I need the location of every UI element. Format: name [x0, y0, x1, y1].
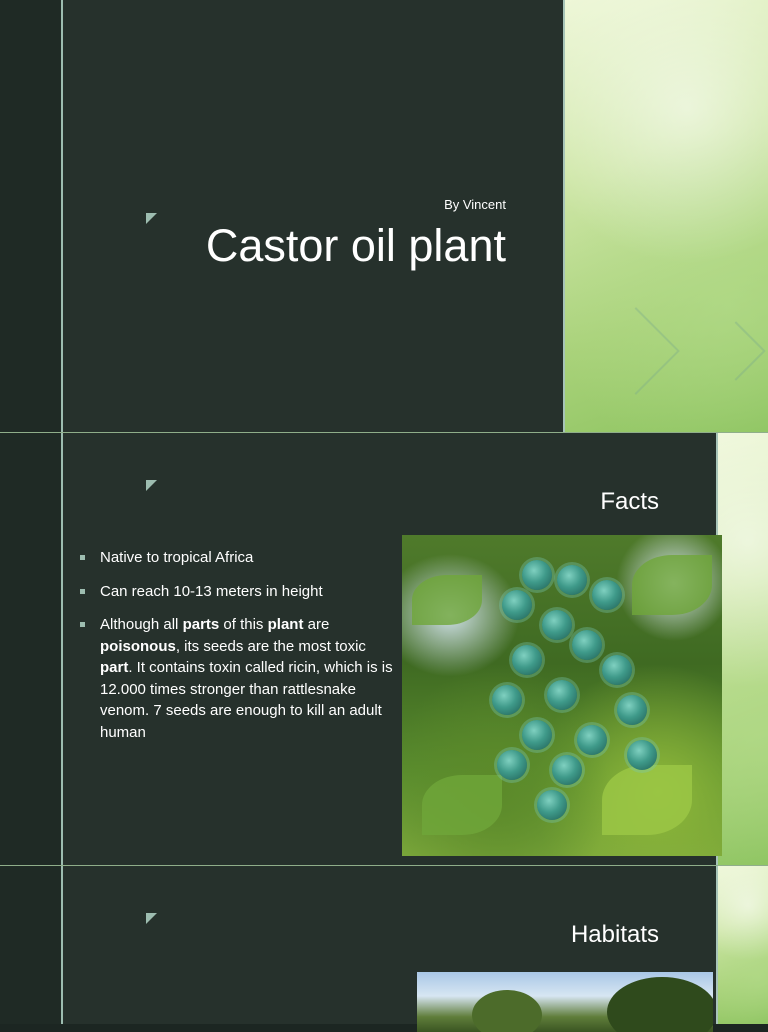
- rail-divider: [61, 0, 63, 432]
- text-run: . It contains toxin called ricin, which …: [100, 659, 393, 741]
- chevron-decor: [706, 321, 766, 381]
- panel-divider: [716, 866, 718, 1024]
- seed-pod: [552, 755, 582, 785]
- seed-pod: [547, 680, 577, 710]
- seed-pod: [602, 655, 632, 685]
- seed-pod: [557, 565, 587, 595]
- text-run: , its seeds are the most toxic: [175, 637, 366, 655]
- seed-pod: [522, 560, 552, 590]
- byline: By Vincent: [444, 197, 506, 212]
- tree: [472, 990, 542, 1032]
- bold-text-run: part: [100, 659, 129, 676]
- triangle-marker-icon: [146, 913, 157, 924]
- slide-rail: [0, 866, 61, 1024]
- text-run: of this: [219, 616, 268, 633]
- green-decor-panel: [565, 0, 768, 432]
- bullet-item: Native to tropical Africa: [80, 547, 400, 569]
- slide-heading: Facts: [600, 488, 659, 515]
- text-run: Native to tropical Africa: [100, 549, 254, 566]
- seed-pod: [542, 610, 572, 640]
- habitat-photo: [417, 972, 713, 1032]
- triangle-marker-icon: [146, 213, 157, 224]
- square-bullet-icon: [80, 588, 85, 594]
- triangle-marker-icon: [146, 480, 157, 491]
- leaf: [422, 775, 502, 835]
- text-run: are: [303, 616, 330, 633]
- panel-divider: [563, 0, 565, 432]
- seed-pod: [522, 720, 552, 750]
- facts-bullet-list: Native to tropical Africa Can reach 10-13…: [80, 547, 400, 755]
- leaf: [602, 765, 692, 835]
- bold-text-run: parts: [182, 616, 220, 633]
- rail-divider: [61, 433, 63, 865]
- slide-rail: [0, 433, 61, 865]
- bold-text-run: plant: [267, 616, 304, 633]
- seed-pod: [502, 590, 532, 620]
- text-run: Although all: [100, 616, 183, 633]
- slide-heading: Habitats: [570, 921, 659, 948]
- slide-title: Castor oil plant: [205, 220, 506, 271]
- square-bullet-icon: [80, 555, 85, 560]
- bold-text-run: poisonous: [100, 637, 176, 655]
- rail-divider: [61, 866, 63, 1024]
- leaf: [632, 555, 712, 615]
- seed-pod: [627, 740, 657, 770]
- chevron-decor: [592, 307, 680, 395]
- green-decor-panel: [718, 433, 768, 865]
- leaf: [412, 575, 482, 625]
- text-run: Can reach 10-13 meters in height: [100, 582, 323, 600]
- seed-pod: [592, 580, 622, 610]
- green-decor-panel: [718, 866, 768, 1024]
- seed-pod: [492, 685, 522, 715]
- square-bullet-icon: [80, 622, 85, 627]
- bullet-item: Although all parts of this plant are poi…: [80, 614, 400, 743]
- seed-pod: [617, 695, 647, 725]
- seed-pod: [577, 725, 607, 755]
- slide-rail: [0, 0, 61, 432]
- seed-pod: [512, 645, 542, 675]
- seed-pod: [572, 630, 602, 660]
- castor-plant-photo: [402, 535, 722, 856]
- seed-pod: [537, 790, 567, 820]
- title-slide: By Vincent Castor oil plant: [0, 0, 768, 432]
- seed-pod: [497, 750, 527, 780]
- bullet-item: Can reach 10-13 meters in height: [80, 581, 400, 603]
